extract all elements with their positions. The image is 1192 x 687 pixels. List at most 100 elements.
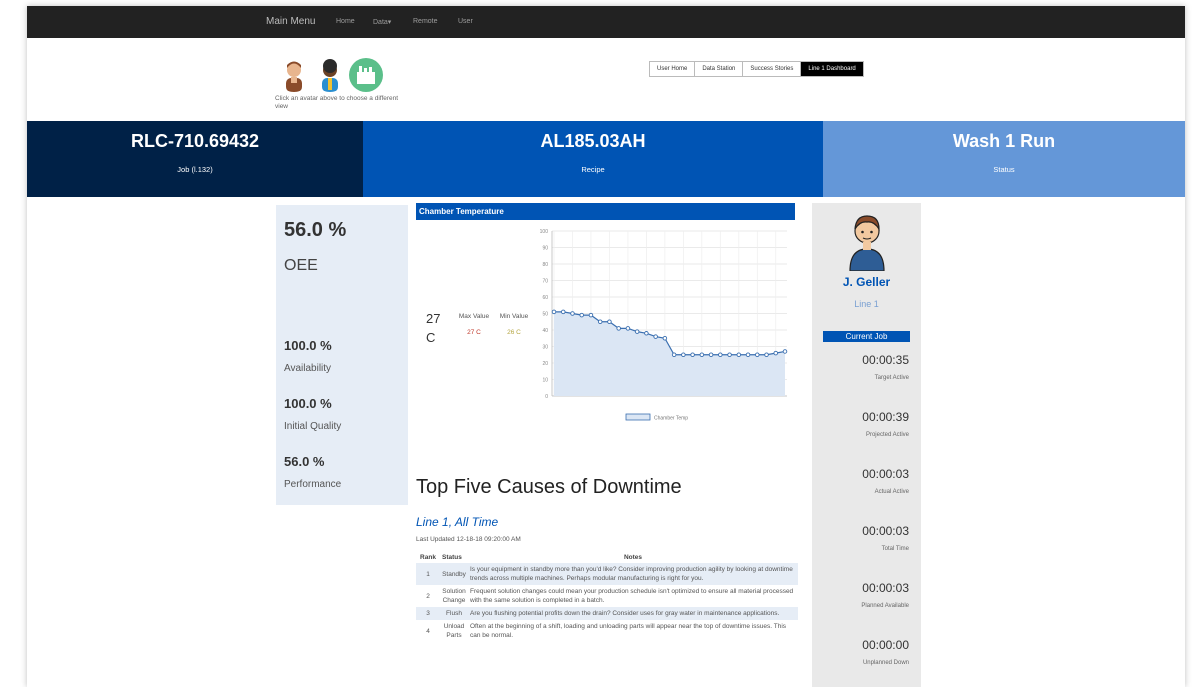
data-point xyxy=(644,331,649,336)
data-point xyxy=(625,326,631,331)
job-band: RLC-710.69432 Job (l.132) xyxy=(27,121,363,197)
operator-panel: J. Geller Line 1 Current Job 00:00:35 Ta… xyxy=(812,203,921,687)
data-point xyxy=(755,352,760,357)
operator-avatar-icon xyxy=(849,215,885,271)
row-rank: 1 xyxy=(416,563,440,585)
current-temperature: 27 C xyxy=(426,309,446,347)
data-point xyxy=(671,352,677,357)
tab-success-stories[interactable]: Success Stories xyxy=(743,62,802,76)
performance-value: 56.0 % xyxy=(284,454,325,469)
data-point xyxy=(690,352,695,357)
nav-remote[interactable]: Remote xyxy=(413,18,438,25)
recipe-value: AL185.03AH xyxy=(540,131,646,151)
row-notes: Is your equipment in standby more than y… xyxy=(468,563,798,585)
table-row: 4 Unload Parts Often at the beginning of… xyxy=(416,620,798,642)
status-value: Wash 1 Run xyxy=(952,131,1056,151)
main-menu-brand[interactable]: Main Menu xyxy=(266,16,315,27)
data-point xyxy=(588,312,594,318)
chamber-temperature-panel: Chamber Temperature 27 C Max Value Min V… xyxy=(416,203,795,451)
quality-label: Initial Quality xyxy=(284,421,342,432)
data-point xyxy=(570,311,575,316)
availability-label: Availability xyxy=(284,363,332,374)
data-point xyxy=(699,352,705,357)
avatar-factory[interactable] xyxy=(349,58,383,92)
app-frame: Main Menu Home Data▾ Remote User Click a… xyxy=(27,6,1185,687)
job-label: Job (l.132) xyxy=(177,165,213,174)
max-value-label: Max Value xyxy=(458,313,490,320)
oee-label: OEE xyxy=(284,257,318,274)
data-point xyxy=(579,312,584,318)
timer-unplanned-down-label: Unplanned Down xyxy=(862,660,909,666)
oee-value: 56.0 % xyxy=(284,219,347,241)
y-tick-label: 50 xyxy=(542,312,548,318)
data-point xyxy=(736,352,742,357)
tab-line1-dashboard[interactable]: Line 1 Dashboard xyxy=(801,62,863,76)
current-temperature-unit: C xyxy=(426,330,436,345)
y-tick-label: 100 xyxy=(540,229,549,235)
operator-line: Line 1 xyxy=(854,299,879,309)
view-tabs: User Home Data Station Success Stories L… xyxy=(649,61,864,77)
downtime-table: Rank Status Notes 1 Standby Is your equi… xyxy=(416,552,798,642)
data-point xyxy=(597,319,603,324)
downtime-title: Top Five Causes of Downtime xyxy=(416,476,682,498)
y-tick-label: 10 xyxy=(542,378,548,384)
data-point xyxy=(560,309,566,315)
y-tick-label: 20 xyxy=(542,361,548,367)
data-point xyxy=(764,352,769,357)
timer-total-time-value: 00:00:03 xyxy=(862,524,909,538)
downtime-last-updated: Last Updated 12-18-18 09:20:00 AM xyxy=(416,536,521,543)
y-tick-label: 90 xyxy=(542,246,548,252)
y-tick-label: 40 xyxy=(542,328,548,334)
data-point xyxy=(708,352,714,357)
timer-projected-active-value: 00:00:39 xyxy=(862,410,909,424)
avatar-operator[interactable] xyxy=(277,58,311,92)
current-temperature-value: 27 xyxy=(426,311,441,326)
legend-swatch xyxy=(625,413,651,421)
status-band: Wash 1 Run Status xyxy=(823,121,1185,197)
y-tick-label: 80 xyxy=(542,262,548,268)
table-row: 3 Flush Are you flushing potential profi… xyxy=(416,607,798,620)
timer-actual-active-value: 00:00:03 xyxy=(862,467,909,481)
y-tick-label: 0 xyxy=(545,394,548,400)
data-point xyxy=(662,335,668,341)
nav-home[interactable]: Home xyxy=(336,18,355,25)
timer-total-time-label: Total Time xyxy=(881,546,909,552)
operator-avatar-icon xyxy=(286,61,302,92)
row-rank: 4 xyxy=(426,627,430,635)
legend-label: Chamber Temp xyxy=(654,416,688,422)
col-notes: Notes xyxy=(623,554,643,561)
avatar-hint-text: Click an avatar above to choose a differ… xyxy=(275,95,399,110)
avatar-supervisor[interactable] xyxy=(313,58,347,92)
y-tick-label: 70 xyxy=(542,279,548,285)
data-point xyxy=(616,326,621,331)
data-point xyxy=(653,334,658,339)
data-point xyxy=(782,349,788,354)
timer-unplanned-down-value: 00:00:00 xyxy=(862,638,909,652)
data-point xyxy=(745,352,751,357)
data-point xyxy=(681,352,686,357)
series-area xyxy=(554,311,785,396)
row-status: Unload Parts xyxy=(443,623,465,639)
min-value: 26 C xyxy=(507,329,521,336)
table-row: 1 Standby Is your equipment in standby m… xyxy=(416,563,798,585)
row-notes: Often at the beginning of a shift, loadi… xyxy=(470,623,787,639)
row-status: Flush xyxy=(440,607,468,620)
temperature-line-chart: 0 10 20 30 40 50 60 70 80 90 100 Chamber Temp xyxy=(540,229,788,422)
timer-target-active-label: Target Active xyxy=(874,375,909,381)
nav-user[interactable]: User xyxy=(458,18,473,25)
data-point xyxy=(634,329,640,334)
nav-data-dropdown[interactable]: Data▾ xyxy=(373,18,391,26)
tab-user-home[interactable]: User Home xyxy=(650,62,696,76)
table-row: 2 Solution Change Frequent solution chan… xyxy=(416,585,798,607)
table-header-row: Rank Status Notes xyxy=(416,552,798,563)
data-point xyxy=(773,350,779,356)
timer-target-active-value: 00:00:35 xyxy=(862,353,909,367)
tab-data-station[interactable]: Data Station xyxy=(695,62,744,76)
row-status: Standby xyxy=(440,563,468,585)
supervisor-avatar-icon xyxy=(322,59,338,92)
availability-value: 100.0 % xyxy=(284,338,332,353)
oee-metrics-panel: 56.0 % OEE 100.0 % Availability 100.0 % … xyxy=(276,205,408,505)
status-label: Status xyxy=(993,165,1015,174)
row-notes: Frequent solution changes could mean you… xyxy=(470,588,794,604)
factory-avatar-icon xyxy=(357,66,375,84)
